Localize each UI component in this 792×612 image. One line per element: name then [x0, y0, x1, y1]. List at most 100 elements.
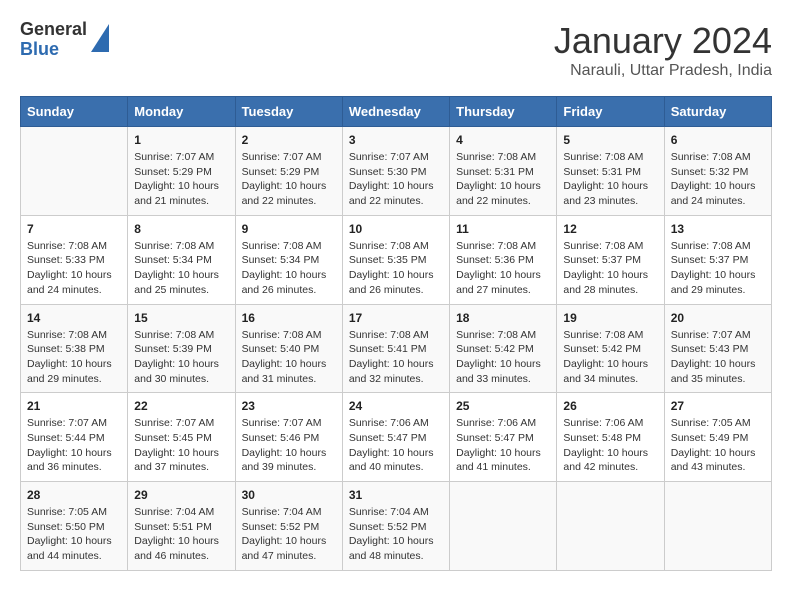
day-info: Sunrise: 7:08 AM Sunset: 5:36 PM Dayligh…: [456, 239, 550, 298]
day-info: Sunrise: 7:04 AM Sunset: 5:51 PM Dayligh…: [134, 505, 228, 564]
day-number: 5: [563, 133, 657, 147]
calendar-header: SundayMondayTuesdayWednesdayThursdayFrid…: [21, 97, 772, 127]
calendar-cell: 10 Sunrise: 7:08 AM Sunset: 5:35 PM Dayli…: [342, 215, 449, 304]
calendar-cell: 12 Sunrise: 7:08 AM Sunset: 5:37 PM Dayli…: [557, 215, 664, 304]
calendar-subtitle: Narauli, Uttar Pradesh, India: [554, 62, 772, 80]
title-block: January 2024 Narauli, Uttar Pradesh, Ind…: [554, 20, 772, 80]
day-number: 14: [27, 311, 121, 325]
day-info: Sunrise: 7:07 AM Sunset: 5:30 PM Dayligh…: [349, 150, 443, 209]
header-cell-saturday: Saturday: [664, 97, 771, 127]
day-info: Sunrise: 7:08 AM Sunset: 5:42 PM Dayligh…: [563, 328, 657, 387]
calendar-cell: 22 Sunrise: 7:07 AM Sunset: 5:45 PM Dayli…: [128, 393, 235, 482]
calendar-cell: 3 Sunrise: 7:07 AM Sunset: 5:30 PM Daylig…: [342, 127, 449, 216]
logo: General Blue: [20, 20, 109, 60]
day-number: 15: [134, 311, 228, 325]
header-cell-wednesday: Wednesday: [342, 97, 449, 127]
day-number: 24: [349, 399, 443, 413]
day-info: Sunrise: 7:04 AM Sunset: 5:52 PM Dayligh…: [349, 505, 443, 564]
calendar-cell: 9Sunrise: 7:08 AM Sunset: 5:34 PM Daylig…: [235, 215, 342, 304]
day-number: 20: [671, 311, 765, 325]
day-number: 1: [134, 133, 228, 147]
week-row-2: 7Sunrise: 7:08 AM Sunset: 5:33 PM Daylig…: [21, 215, 772, 304]
day-number: 31: [349, 488, 443, 502]
calendar-body: 1 Sunrise: 7:07 AM Sunset: 5:29 PM Daylig…: [21, 127, 772, 571]
week-row-3: 14 Sunrise: 7:08 AM Sunset: 5:38 PM Dayli…: [21, 304, 772, 393]
page-header: General Blue January 2024 Narauli, Uttar…: [20, 20, 772, 80]
day-info: Sunrise: 7:08 AM Sunset: 5:32 PM Dayligh…: [671, 150, 765, 209]
day-number: 30: [242, 488, 336, 502]
logo-line1: General: [20, 20, 87, 40]
day-info: Sunrise: 7:06 AM Sunset: 5:48 PM Dayligh…: [563, 416, 657, 475]
day-number: 27: [671, 399, 765, 413]
calendar-cell: 21 Sunrise: 7:07 AM Sunset: 5:44 PM Dayli…: [21, 393, 128, 482]
calendar-cell: [450, 482, 557, 571]
header-cell-friday: Friday: [557, 97, 664, 127]
calendar-cell: 8 Sunrise: 7:08 AM Sunset: 5:34 PM Daylig…: [128, 215, 235, 304]
calendar-cell: 25 Sunrise: 7:06 AM Sunset: 5:47 PM Dayli…: [450, 393, 557, 482]
day-number: 16: [242, 311, 336, 325]
week-row-1: 1 Sunrise: 7:07 AM Sunset: 5:29 PM Daylig…: [21, 127, 772, 216]
calendar-cell: [557, 482, 664, 571]
day-info: Sunrise: 7:07 AM Sunset: 5:46 PM Dayligh…: [242, 416, 336, 475]
calendar-table: SundayMondayTuesdayWednesdayThursdayFrid…: [20, 96, 772, 571]
calendar-cell: 30Sunrise: 7:04 AM Sunset: 5:52 PM Dayli…: [235, 482, 342, 571]
day-number: 21: [27, 399, 121, 413]
calendar-cell: 29 Sunrise: 7:04 AM Sunset: 5:51 PM Dayli…: [128, 482, 235, 571]
day-number: 17: [349, 311, 443, 325]
day-number: 26: [563, 399, 657, 413]
calendar-cell: 4 Sunrise: 7:08 AM Sunset: 5:31 PM Daylig…: [450, 127, 557, 216]
day-info: Sunrise: 7:08 AM Sunset: 5:34 PM Dayligh…: [242, 239, 336, 298]
calendar-cell: 20 Sunrise: 7:07 AM Sunset: 5:43 PM Dayli…: [664, 304, 771, 393]
day-number: 8: [134, 222, 228, 236]
day-info: Sunrise: 7:08 AM Sunset: 5:39 PM Dayligh…: [134, 328, 228, 387]
calendar-cell: 11 Sunrise: 7:08 AM Sunset: 5:36 PM Dayli…: [450, 215, 557, 304]
day-number: 25: [456, 399, 550, 413]
day-number: 2: [242, 133, 336, 147]
day-number: 10: [349, 222, 443, 236]
calendar-title: January 2024: [554, 20, 772, 62]
day-info: Sunrise: 7:08 AM Sunset: 5:38 PM Dayligh…: [27, 328, 121, 387]
calendar-cell: 18Sunrise: 7:08 AM Sunset: 5:42 PM Dayli…: [450, 304, 557, 393]
header-row: SundayMondayTuesdayWednesdayThursdayFrid…: [21, 97, 772, 127]
day-info: Sunrise: 7:08 AM Sunset: 5:31 PM Dayligh…: [563, 150, 657, 209]
calendar-cell: 15 Sunrise: 7:08 AM Sunset: 5:39 PM Dayli…: [128, 304, 235, 393]
day-number: 12: [563, 222, 657, 236]
day-number: 3: [349, 133, 443, 147]
calendar-cell: 23Sunrise: 7:07 AM Sunset: 5:46 PM Dayli…: [235, 393, 342, 482]
week-row-4: 21 Sunrise: 7:07 AM Sunset: 5:44 PM Dayli…: [21, 393, 772, 482]
day-info: Sunrise: 7:08 AM Sunset: 5:42 PM Dayligh…: [456, 328, 550, 387]
day-info: Sunrise: 7:08 AM Sunset: 5:37 PM Dayligh…: [671, 239, 765, 298]
header-cell-thursday: Thursday: [450, 97, 557, 127]
calendar-cell: 6Sunrise: 7:08 AM Sunset: 5:32 PM Daylig…: [664, 127, 771, 216]
calendar-cell: 7Sunrise: 7:08 AM Sunset: 5:33 PM Daylig…: [21, 215, 128, 304]
calendar-cell: 27Sunrise: 7:05 AM Sunset: 5:49 PM Dayli…: [664, 393, 771, 482]
day-info: Sunrise: 7:08 AM Sunset: 5:31 PM Dayligh…: [456, 150, 550, 209]
day-number: 19: [563, 311, 657, 325]
calendar-cell: 16 Sunrise: 7:08 AM Sunset: 5:40 PM Dayli…: [235, 304, 342, 393]
calendar-cell: 24Sunrise: 7:06 AM Sunset: 5:47 PM Dayli…: [342, 393, 449, 482]
calendar-cell: 14 Sunrise: 7:08 AM Sunset: 5:38 PM Dayli…: [21, 304, 128, 393]
day-number: 4: [456, 133, 550, 147]
logo-line2: Blue: [20, 40, 87, 60]
day-info: Sunrise: 7:08 AM Sunset: 5:35 PM Dayligh…: [349, 239, 443, 298]
day-info: Sunrise: 7:07 AM Sunset: 5:29 PM Dayligh…: [242, 150, 336, 209]
day-number: 11: [456, 222, 550, 236]
day-info: Sunrise: 7:08 AM Sunset: 5:40 PM Dayligh…: [242, 328, 336, 387]
day-info: Sunrise: 7:06 AM Sunset: 5:47 PM Dayligh…: [456, 416, 550, 475]
day-info: Sunrise: 7:08 AM Sunset: 5:34 PM Dayligh…: [134, 239, 228, 298]
day-number: 13: [671, 222, 765, 236]
calendar-cell: 19 Sunrise: 7:08 AM Sunset: 5:42 PM Dayli…: [557, 304, 664, 393]
day-number: 7: [27, 222, 121, 236]
day-info: Sunrise: 7:07 AM Sunset: 5:43 PM Dayligh…: [671, 328, 765, 387]
day-info: Sunrise: 7:08 AM Sunset: 5:37 PM Dayligh…: [563, 239, 657, 298]
calendar-cell: 26 Sunrise: 7:06 AM Sunset: 5:48 PM Dayli…: [557, 393, 664, 482]
day-info: Sunrise: 7:07 AM Sunset: 5:44 PM Dayligh…: [27, 416, 121, 475]
calendar-cell: 28Sunrise: 7:05 AM Sunset: 5:50 PM Dayli…: [21, 482, 128, 571]
calendar-cell: 2 Sunrise: 7:07 AM Sunset: 5:29 PM Daylig…: [235, 127, 342, 216]
calendar-cell: 5 Sunrise: 7:08 AM Sunset: 5:31 PM Daylig…: [557, 127, 664, 216]
header-cell-monday: Monday: [128, 97, 235, 127]
day-number: 29: [134, 488, 228, 502]
day-number: 22: [134, 399, 228, 413]
header-cell-sunday: Sunday: [21, 97, 128, 127]
day-info: Sunrise: 7:07 AM Sunset: 5:45 PM Dayligh…: [134, 416, 228, 475]
